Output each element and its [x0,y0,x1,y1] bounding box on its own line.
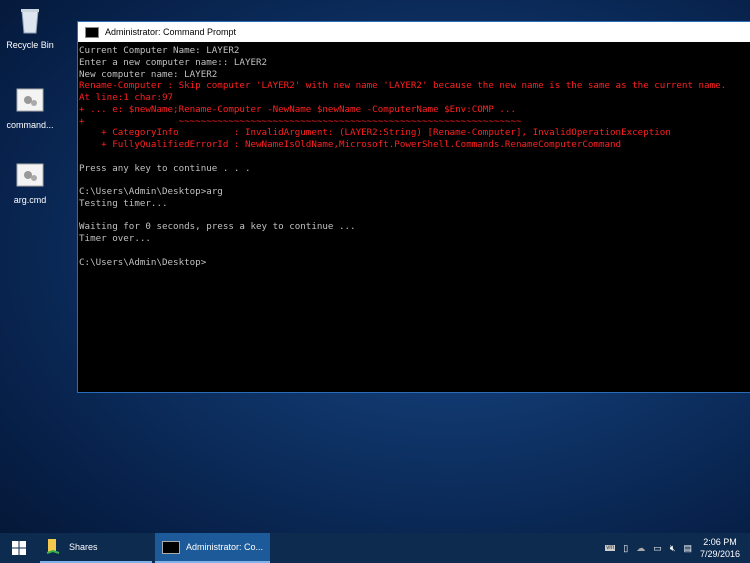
console-line: Timer over... [79,233,151,244]
console-line: At line:1 char:97 [79,92,174,103]
volume-muted-icon[interactable]: 🔇︎ [670,543,676,554]
title-bar[interactable]: Administrator: Command Prompt [78,22,750,42]
desktop-icon-label: arg.cmd [13,195,47,205]
clock[interactable]: 2:06 PM 7/29/2016 [700,536,740,560]
vmware-icon[interactable]: vm [605,545,616,551]
window-title: Administrator: Command Prompt [105,27,237,37]
console-line: Press any key to continue . . . [79,162,251,174]
console-line: + CategoryInfo : InvalidArgument: (LAYER… [79,127,671,139]
console-line: + ... e: $newName;Rename-Computer -NewNa… [79,103,516,115]
console-line: Testing timer... [79,197,168,209]
desktop-icon-command[interactable]: command... [0,85,60,130]
console-line: + ~~~~~~~~~~~~~~~~~~~~~~~~~~~~~~~~~~~~~~… [79,115,522,127]
network-icon[interactable]: ▭ [653,543,662,554]
start-button[interactable] [0,533,38,563]
command-prompt-window[interactable]: Administrator: Command Prompt Current Co… [77,21,750,393]
taskbar-item-label: Administrator: Co... [186,542,264,552]
clock-time: 2:06 PM [703,537,737,547]
action-center-icon[interactable]: ▤ [683,543,692,554]
console-line: Waiting for 0 seconds, press a key to co… [79,221,356,233]
cmd-icon [162,540,180,554]
folder-share-icon [46,539,60,554]
console-line: Rename-Computer : Skip computer 'LAYER2'… [79,80,727,92]
console-line: New computer name: LAYER2 [79,68,218,80]
taskbar-item-shares[interactable]: Shares [40,533,152,563]
console-line: C:\Users\Admin\Desktop> [79,256,207,268]
recycle-bin-icon [21,9,39,34]
console-line: C:\Users\Admin\Desktop>arg [79,186,223,197]
usb-icon[interactable]: ▯ [623,543,628,554]
cmd-icon [85,26,99,38]
desktop-icon-label: command... [6,120,54,130]
onedrive-icon[interactable]: ☁ [636,543,645,554]
taskbar-item-command-prompt[interactable]: Administrator: Co... [155,533,270,563]
system-tray: vm ▯ ☁ ▭ 🔇︎ ▤ 2:06 PM 7/29/2016 [601,533,750,563]
cmd-file-icon [16,163,44,187]
console-line: Enter a new computer name:: LAYER2 [79,56,268,68]
clock-date: 7/29/2016 [699,549,740,559]
desktop-icon-recycle-bin[interactable]: Recycle Bin [0,5,60,50]
taskbar-item-label: Shares [69,542,98,552]
desktop-icon-arg-cmd[interactable]: arg.cmd [0,160,60,205]
console-line: Current Computer Name: LAYER2 [79,45,240,56]
desktop-icon-label: Recycle Bin [6,40,54,50]
console-line: + FullyQualifiedErrorId : NewNameIsOldNa… [79,139,622,150]
taskbar: Shares Administrator: Co... vm ▯ ☁ ▭ 🔇︎ … [0,533,750,563]
cmd-file-icon [16,88,44,112]
windows-logo-icon [12,541,26,555]
console-output[interactable]: Current Computer Name: LAYER2 Enter a new… [78,43,750,392]
